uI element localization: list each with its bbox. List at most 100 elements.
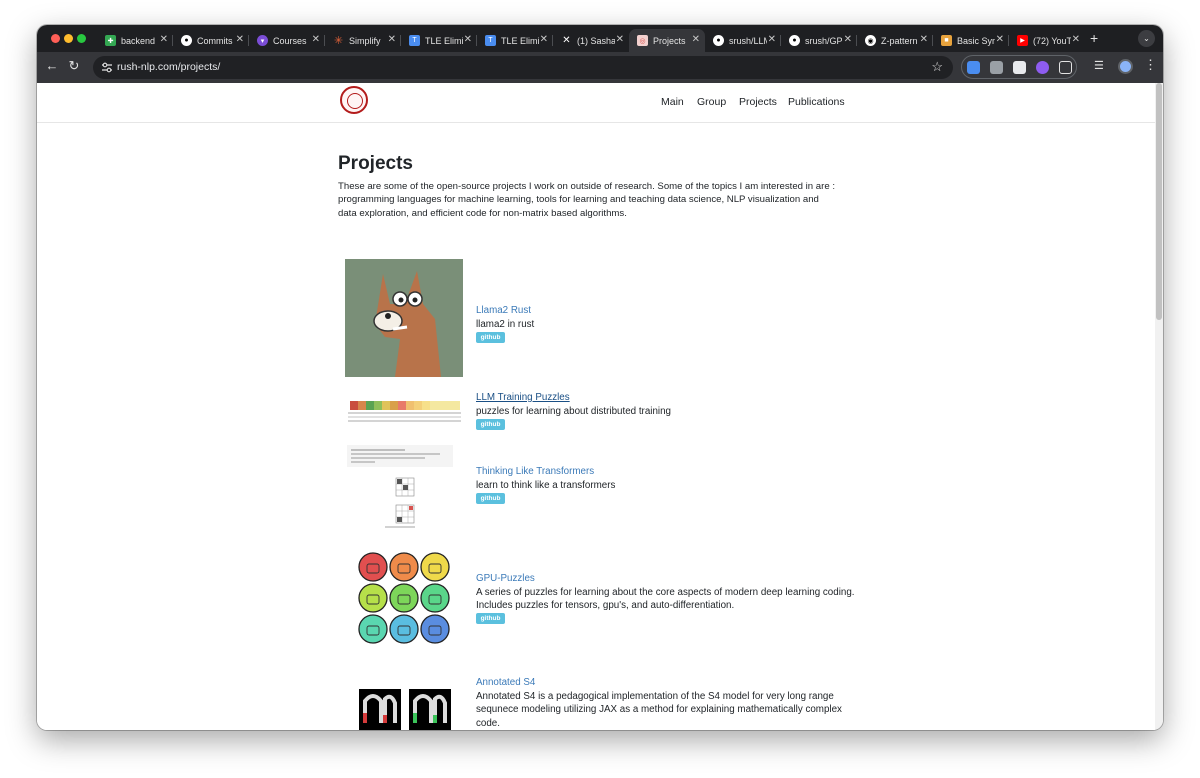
- close-window-button[interactable]: [51, 34, 60, 43]
- site-info-tune-icon[interactable]: [101, 62, 113, 73]
- x-icon: ✕: [562, 35, 571, 46]
- browser-toolbar: ← ↻ rush-nlp.com/projects/ ☆ ☰ ⋮: [37, 52, 1163, 83]
- close-icon[interactable]: ✕: [1072, 34, 1080, 45]
- project-title-link[interactable]: LLM Training Puzzles: [476, 392, 570, 403]
- training-heatmap-image[interactable]: [345, 398, 463, 424]
- tab-simplify[interactable]: ✳ Simplify ✕: [325, 29, 401, 52]
- close-icon[interactable]: ✕: [236, 34, 244, 45]
- maximize-window-button[interactable]: [77, 34, 86, 43]
- more-menu-icon[interactable]: ⋮: [1144, 57, 1157, 73]
- tab-title: (72) YouTube: [1033, 35, 1071, 46]
- close-icon[interactable]: ✕: [692, 34, 700, 45]
- simplify-icon: ✳: [333, 35, 344, 47]
- tab-commits[interactable]: ● Commits ✕: [173, 29, 249, 52]
- tab-backend[interactable]: ✚ backend ✕: [97, 29, 173, 52]
- courses-icon: ▾: [257, 35, 268, 46]
- project-title-link[interactable]: Llama2 Rust: [476, 305, 531, 316]
- github-icon: ●: [181, 35, 192, 46]
- spreadsheet-icon: ✚: [105, 35, 116, 46]
- github-icon: ●: [713, 35, 724, 46]
- tab-search-chevron-icon[interactable]: ⌄: [1138, 30, 1155, 47]
- cornell-seal-logo[interactable]: [340, 86, 368, 114]
- minimize-window-button[interactable]: [64, 34, 73, 43]
- tab-youtube[interactable]: ▶ (72) YouTube ✕: [1009, 29, 1085, 52]
- page-scrollbar[interactable]: [1155, 83, 1163, 730]
- url-text[interactable]: rush-nlp.com/projects/: [117, 61, 220, 73]
- openai-icon: ◉: [865, 35, 876, 46]
- project-title-link[interactable]: Thinking Like Transformers: [476, 466, 594, 477]
- tab-title: (1) Sashank: [577, 35, 615, 46]
- extension-shield-icon[interactable]: [967, 61, 980, 74]
- extensions-puzzle-icon[interactable]: [1059, 61, 1072, 74]
- tab-courses[interactable]: ▾ Courses ✕: [249, 29, 325, 52]
- tab-x[interactable]: ✕ (1) Sashank ✕: [553, 29, 629, 52]
- project-description: puzzles for learning about distributed t…: [476, 406, 671, 417]
- project-description: Annotated S4 is a pedagogical implementa…: [476, 691, 842, 729]
- github-badge[interactable]: github: [476, 613, 505, 624]
- tab-title: backend: [121, 35, 156, 46]
- page-title: Projects: [338, 153, 413, 174]
- tab-basic-syntax[interactable]: ■ Basic Syntax ✕: [933, 29, 1009, 52]
- tab-llm-training-puzzles[interactable]: ● srush/LLM-Training-Puzzles ✕: [705, 29, 781, 52]
- back-arrow-icon[interactable]: ←: [43, 58, 61, 73]
- tab-title: Z-pattern: [881, 35, 918, 46]
- close-icon[interactable]: ✕: [616, 34, 624, 45]
- new-tab-plus-icon[interactable]: +: [1090, 30, 1098, 46]
- bookmark-star-icon[interactable]: ☆: [931, 59, 943, 75]
- web-page: Main Group Projects Publications Project…: [37, 83, 1155, 730]
- nav-publications[interactable]: Publications: [788, 96, 845, 108]
- close-icon[interactable]: ✕: [540, 34, 548, 45]
- project-title-link[interactable]: Annotated S4: [476, 677, 535, 688]
- github-badge[interactable]: github: [476, 419, 505, 430]
- youtube-icon: ▶: [1017, 35, 1028, 46]
- tab-title: srush/LLM-Training-Puzzles: [729, 35, 767, 46]
- close-icon[interactable]: ✕: [160, 34, 168, 45]
- tab-tle-eliminators[interactable]: T TLE Eliminators ✕: [401, 29, 477, 52]
- nav-projects[interactable]: Projects: [739, 96, 777, 108]
- site-navbar: Main Group Projects Publications: [37, 83, 1155, 123]
- close-icon[interactable]: ✕: [464, 34, 472, 45]
- extension-translate-icon[interactable]: [990, 61, 1003, 74]
- close-icon[interactable]: ✕: [768, 34, 776, 45]
- tab-title: Commits: [197, 35, 233, 46]
- tle-icon: T: [409, 35, 420, 46]
- intro-paragraph: These are some of the open-source projec…: [338, 181, 835, 219]
- close-icon[interactable]: ✕: [996, 34, 1004, 45]
- close-icon[interactable]: ✕: [920, 34, 928, 45]
- github-badge[interactable]: github: [476, 493, 505, 504]
- tle-icon: T: [485, 35, 496, 46]
- transformer-attention-diagram-image[interactable]: [345, 445, 463, 533]
- llama-illustration-image[interactable]: [345, 259, 463, 377]
- projects-icon: ◎: [637, 35, 648, 46]
- nav-main[interactable]: Main: [661, 96, 684, 108]
- close-icon[interactable]: ✕: [312, 34, 320, 45]
- tab-z-pattern[interactable]: ◉ Z-pattern ✕: [857, 29, 933, 52]
- extensions-area: [961, 55, 1077, 79]
- profile-avatar[interactable]: [1118, 59, 1133, 74]
- scrollbar-thumb[interactable]: [1156, 83, 1162, 320]
- tab-gpu-puzzles[interactable]: ● srush/GPU-Puzzles ✕: [781, 29, 857, 52]
- github-icon: ●: [789, 35, 800, 46]
- tab-title: Simplify: [349, 35, 381, 46]
- tab-title: Projects: [653, 35, 686, 46]
- tab-projects[interactable]: ◎ Projects ✕: [629, 29, 705, 52]
- close-icon[interactable]: ✕: [388, 34, 396, 45]
- project-title-link[interactable]: GPU-Puzzles: [476, 573, 535, 584]
- tab-tle-eliminators-2[interactable]: T TLE Eliminators ✕: [477, 29, 553, 52]
- project-description: llama2 in rust: [476, 319, 535, 330]
- close-icon[interactable]: ✕: [844, 34, 852, 45]
- extension-ethereum-icon[interactable]: [1036, 61, 1049, 74]
- media-queue-icon[interactable]: ☰: [1094, 59, 1104, 72]
- tab-title: TLE Eliminators: [425, 35, 463, 46]
- gpu-puzzle-robots-image[interactable]: [345, 551, 463, 647]
- s4-sequence-samples-image[interactable]: [345, 683, 463, 730]
- address-bar[interactable]: rush-nlp.com/projects/ ☆: [93, 56, 953, 79]
- syntax-icon: ■: [941, 35, 952, 46]
- github-badge[interactable]: github: [476, 332, 505, 343]
- nav-group[interactable]: Group: [697, 96, 726, 108]
- extension-image-icon[interactable]: [1013, 61, 1026, 74]
- reload-icon[interactable]: ↻: [65, 58, 83, 74]
- tab-title: srush/GPU-Puzzles: [805, 35, 843, 46]
- tab-title: Courses: [273, 35, 307, 46]
- project-description: learn to think like a transformers: [476, 480, 616, 491]
